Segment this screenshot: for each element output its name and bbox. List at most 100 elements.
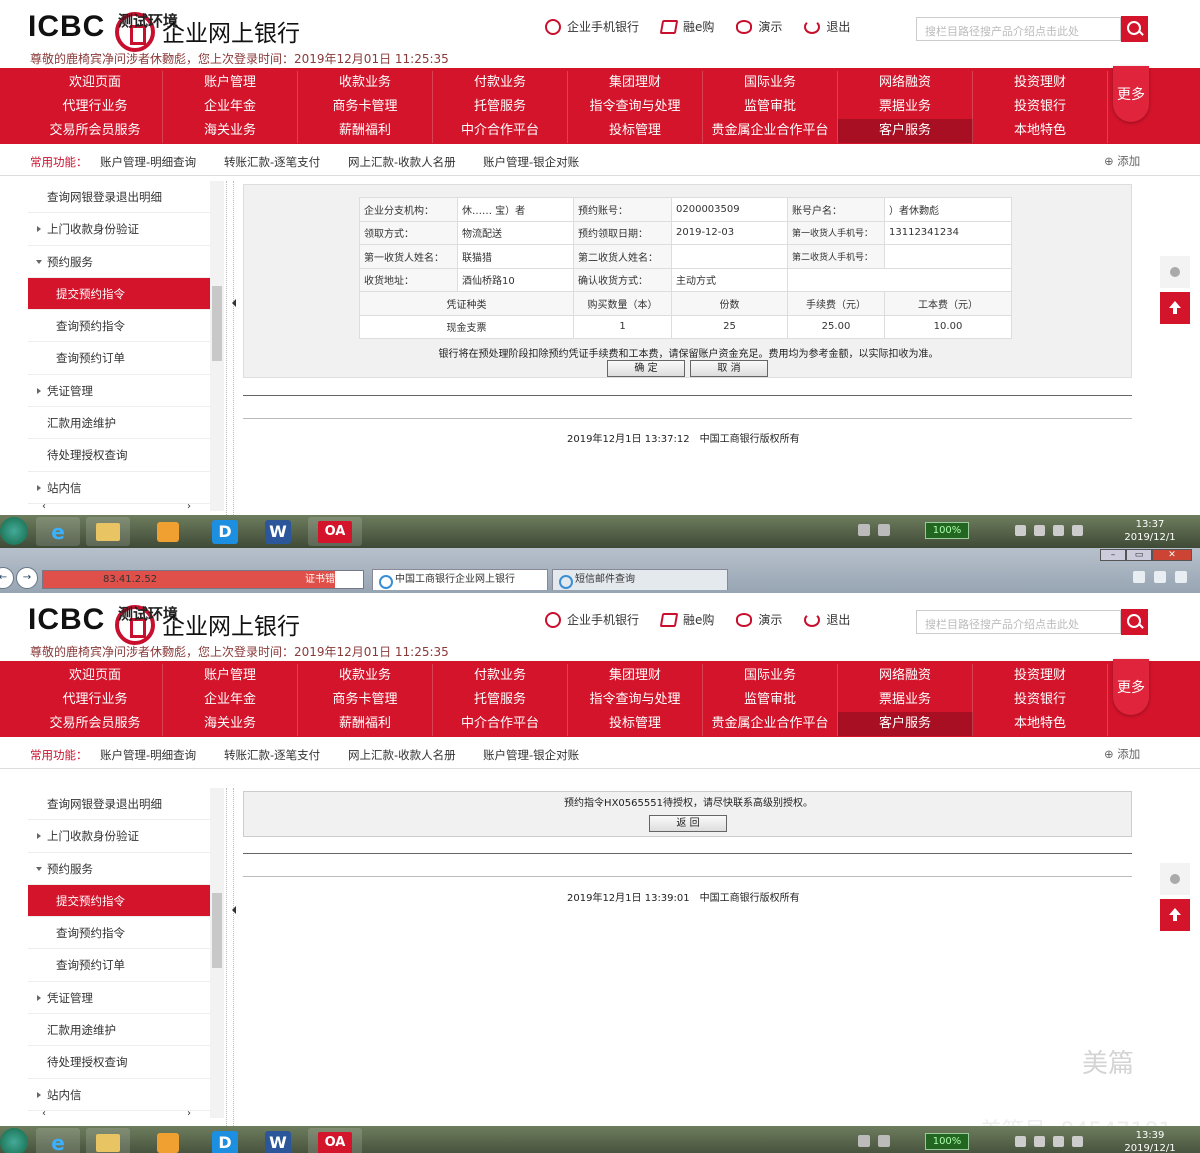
- nav-item[interactable]: 本地特色: [973, 119, 1108, 143]
- back-to-top-icon[interactable]: [1160, 899, 1190, 931]
- search-button[interactable]: [1121, 609, 1148, 635]
- windows-start-icon[interactable]: [0, 517, 28, 545]
- sidebar-item-query-booking[interactable]: 查询预约订单: [28, 342, 210, 375]
- volume-icon[interactable]: [1072, 525, 1083, 536]
- clock[interactable]: 13:37 2019/12/1: [1120, 518, 1180, 544]
- brightness-icon[interactable]: [1160, 863, 1190, 895]
- nav-item[interactable]: 国际业务: [703, 664, 838, 688]
- sidebar-item-query-order[interactable]: 查询预约指令: [28, 917, 210, 950]
- sidebar-item-door-verify[interactable]: 上门收款身份验证: [28, 820, 210, 853]
- sidebar-item-voucher[interactable]: 凭证管理: [28, 982, 210, 1015]
- sidebar-item-submit-order[interactable]: 提交预约指令: [28, 277, 210, 311]
- sidebar-item-submit-order[interactable]: 提交预约指令: [28, 884, 210, 918]
- usb-icon[interactable]: [1034, 1136, 1045, 1147]
- ie-icon[interactable]: e: [36, 517, 80, 546]
- nav-item[interactable]: 代理行业务: [28, 688, 163, 712]
- oa-icon[interactable]: OA: [308, 1128, 362, 1153]
- nav-item[interactable]: 贵金属企业合作平台: [703, 712, 838, 736]
- search-input[interactable]: 搜栏目路径搜产品介绍点击此处: [916, 610, 1121, 634]
- demo-link[interactable]: 演示: [736, 18, 782, 35]
- help-icon[interactable]: [878, 524, 890, 536]
- back-icon[interactable]: ←: [0, 567, 14, 589]
- confirm-button[interactable]: 确 定: [607, 360, 685, 377]
- tab-sms[interactable]: 短信邮件查询: [552, 569, 728, 590]
- nav-item[interactable]: 账户管理: [163, 71, 298, 95]
- sidebar-item-door-verify[interactable]: 上门收款身份验证: [28, 213, 210, 246]
- nav-item[interactable]: 贵金属企业合作平台: [703, 119, 838, 143]
- nav-item[interactable]: 客户服务: [838, 119, 973, 143]
- flag-icon[interactable]: [1015, 525, 1026, 536]
- sidebar-hscroll[interactable]: ‹ ›: [42, 1108, 210, 1120]
- search-input[interactable]: 搜栏目路径搜产品介绍点击此处: [916, 17, 1121, 41]
- logout-link[interactable]: 退出: [804, 18, 850, 35]
- nav-item[interactable]: 监管审批: [703, 95, 838, 119]
- quick-link[interactable]: 账户管理-明细查询: [100, 747, 196, 763]
- collapse-arrow-icon[interactable]: [228, 906, 236, 914]
- back-button[interactable]: 返 回: [649, 815, 727, 832]
- sidebar-item-pending-auth[interactable]: 待处理授权查询: [28, 1046, 210, 1079]
- tab-icbc[interactable]: 中国工商银行企业网上银行: [372, 569, 548, 590]
- forward-icon[interactable]: →: [16, 567, 38, 589]
- logout-link[interactable]: 退出: [804, 611, 850, 628]
- word-icon[interactable]: W: [256, 517, 300, 546]
- nav-item[interactable]: 交易所会员服务: [28, 119, 163, 143]
- panel-splitter[interactable]: [226, 181, 236, 525]
- nav-item[interactable]: 账户管理: [163, 664, 298, 688]
- sidebar-item-query-booking[interactable]: 查询预约订单: [28, 949, 210, 982]
- nav-item[interactable]: 国际业务: [703, 71, 838, 95]
- clock[interactable]: 13:39 2019/12/1: [1120, 1129, 1180, 1153]
- nav-item[interactable]: 企业年金: [163, 688, 298, 712]
- nav-item[interactable]: 托管服务: [433, 95, 568, 119]
- sidebar-item-remit-purpose[interactable]: 汇款用途维护: [28, 407, 210, 440]
- minimize-icon[interactable]: –: [1100, 549, 1126, 561]
- search-button[interactable]: [1121, 16, 1148, 42]
- demo-link[interactable]: 演示: [736, 611, 782, 628]
- more-button[interactable]: 更多: [1113, 659, 1149, 715]
- nav-item[interactable]: 投资理财: [973, 664, 1108, 688]
- star-icon[interactable]: [1154, 571, 1166, 583]
- quick-link[interactable]: 网上汇款-收款人名册: [348, 747, 456, 763]
- sidebar-item-reservation[interactable]: 预约服务: [28, 853, 210, 885]
- nav-item[interactable]: 海关业务: [163, 119, 298, 143]
- nav-item[interactable]: 票据业务: [838, 95, 973, 119]
- gear-icon[interactable]: [1175, 571, 1187, 583]
- nav-item[interactable]: 投资银行: [973, 95, 1108, 119]
- nav-item[interactable]: 付款业务: [433, 664, 568, 688]
- nav-item[interactable]: 海关业务: [163, 712, 298, 736]
- sidebar-item-inbox[interactable]: 站内信: [28, 1079, 210, 1111]
- nav-item[interactable]: 代理行业务: [28, 95, 163, 119]
- nav-item[interactable]: 指令查询与处理: [568, 95, 703, 119]
- nav-item[interactable]: 企业年金: [163, 95, 298, 119]
- nav-item[interactable]: 托管服务: [433, 688, 568, 712]
- ie-icon[interactable]: e: [36, 1128, 80, 1153]
- mobile-bank-link[interactable]: 企业手机银行: [545, 611, 639, 628]
- sidebar-item-inbox[interactable]: 站内信: [28, 472, 210, 504]
- nav-item[interactable]: 中介合作平台: [433, 712, 568, 736]
- nav-item[interactable]: 薪酬福利: [298, 712, 433, 736]
- address-bar[interactable]: 83.41.2.52 证书错误: [42, 570, 364, 589]
- quick-link[interactable]: 转账汇款-逐笔支付: [224, 154, 320, 170]
- nav-item[interactable]: 票据业务: [838, 688, 973, 712]
- nav-item[interactable]: 网络融资: [838, 664, 973, 688]
- nav-item[interactable]: 监管审批: [703, 688, 838, 712]
- media-player-icon[interactable]: [146, 1128, 190, 1153]
- d-app-icon[interactable]: D: [203, 517, 247, 546]
- quick-link[interactable]: 账户管理-银企对账: [483, 154, 579, 170]
- nav-item[interactable]: 投资理财: [973, 71, 1108, 95]
- volume-icon[interactable]: [1072, 1136, 1083, 1147]
- nav-item[interactable]: 投资银行: [973, 688, 1108, 712]
- battery-indicator[interactable]: 100%: [925, 522, 969, 539]
- monitor-icon[interactable]: [1053, 1136, 1064, 1147]
- word-icon[interactable]: W: [256, 1128, 300, 1153]
- nav-item[interactable]: 集团理财: [568, 664, 703, 688]
- more-button[interactable]: 更多: [1113, 66, 1149, 122]
- sidebar-item-query-order[interactable]: 查询预约指令: [28, 310, 210, 343]
- sidebar-scrollbar[interactable]: [210, 788, 224, 1118]
- scroll-thumb[interactable]: [212, 893, 222, 968]
- media-player-icon[interactable]: [146, 517, 190, 546]
- sidebar-scrollbar[interactable]: [210, 181, 224, 511]
- panel-splitter[interactable]: [226, 788, 236, 1128]
- monitor-icon[interactable]: [1053, 525, 1064, 536]
- nav-item[interactable]: 商务卡管理: [298, 688, 433, 712]
- nav-item[interactable]: 集团理财: [568, 71, 703, 95]
